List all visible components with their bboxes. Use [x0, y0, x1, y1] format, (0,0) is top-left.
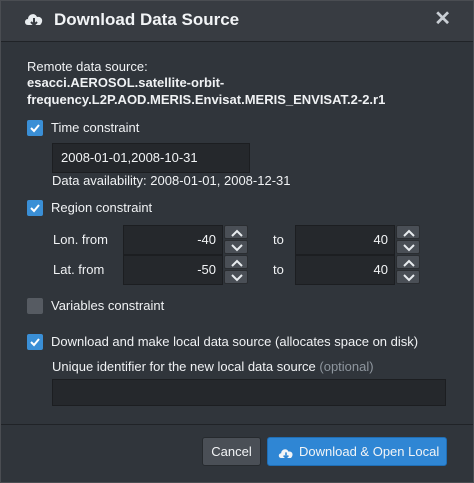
- increment-button[interactable]: [396, 225, 420, 239]
- cloud-download-icon: [23, 10, 45, 30]
- increment-button[interactable]: [224, 225, 248, 239]
- cancel-button[interactable]: Cancel: [202, 437, 261, 466]
- download-data-source-dialog: Download Data Source ✕ Remote data sourc…: [0, 0, 474, 483]
- increment-button[interactable]: [396, 255, 420, 269]
- close-icon[interactable]: ✕: [434, 9, 451, 29]
- decrement-button[interactable]: [224, 270, 248, 284]
- region-constraint-checkbox[interactable]: [27, 200, 43, 216]
- region-constraint-label: Region constraint: [51, 200, 153, 215]
- variables-constraint-label: Variables constraint: [51, 298, 165, 313]
- download-open-local-label: Download & Open Local: [299, 444, 440, 459]
- decrement-button[interactable]: [396, 270, 420, 284]
- lat-from-stepper[interactable]: [224, 255, 248, 285]
- lat-to-stepper[interactable]: [396, 255, 420, 285]
- unique-identifier-text: Unique identifier for the new local data…: [52, 359, 316, 374]
- decrement-button[interactable]: [396, 240, 420, 254]
- download-local-label: Download and make local data source (all…: [51, 334, 419, 349]
- lat-from-label: Lat. from: [53, 262, 105, 277]
- lon-from-stepper[interactable]: [224, 225, 248, 255]
- unique-identifier-input[interactable]: [52, 379, 446, 406]
- cloud-download-icon: [277, 444, 295, 471]
- dialog-title: Download Data Source: [54, 10, 240, 29]
- lon-to-label: to: [273, 232, 284, 247]
- variables-constraint-checkbox[interactable]: [27, 298, 43, 314]
- lon-from-label: Lon. from: [53, 232, 108, 247]
- unique-identifier-label: Unique identifier for the new local data…: [52, 359, 374, 374]
- optional-hint: (optional): [319, 359, 374, 374]
- time-constraint-label: Time constraint: [51, 120, 140, 135]
- decrement-button[interactable]: [224, 240, 248, 254]
- lon-to-input[interactable]: 40: [295, 225, 395, 255]
- time-constraint-checkbox[interactable]: [27, 120, 43, 136]
- download-open-local-button[interactable]: Download & Open Local: [267, 437, 447, 466]
- lat-to-input[interactable]: 40: [295, 255, 395, 285]
- lon-from-input[interactable]: -40: [123, 225, 223, 255]
- remote-source-id-line1: esacci.AEROSOL.satellite-orbit-: [27, 75, 225, 90]
- remote-source-label: Remote data source:: [27, 59, 148, 74]
- lat-to-label: to: [273, 262, 284, 277]
- time-range-input[interactable]: 2008-01-01,2008-10-31: [52, 143, 250, 173]
- dialog-titlebar: Download Data Source ✕: [1, 1, 473, 42]
- remote-source-id-line2: frequency.L2P.AOD.MERIS.Envisat.MERIS_EN…: [27, 92, 386, 107]
- increment-button[interactable]: [224, 255, 248, 269]
- lon-to-stepper[interactable]: [396, 225, 420, 255]
- lat-from-input[interactable]: -50: [123, 255, 223, 285]
- download-local-checkbox[interactable]: [27, 334, 43, 350]
- data-availability-text: Data availability: 2008-01-01, 2008-12-3…: [52, 173, 291, 188]
